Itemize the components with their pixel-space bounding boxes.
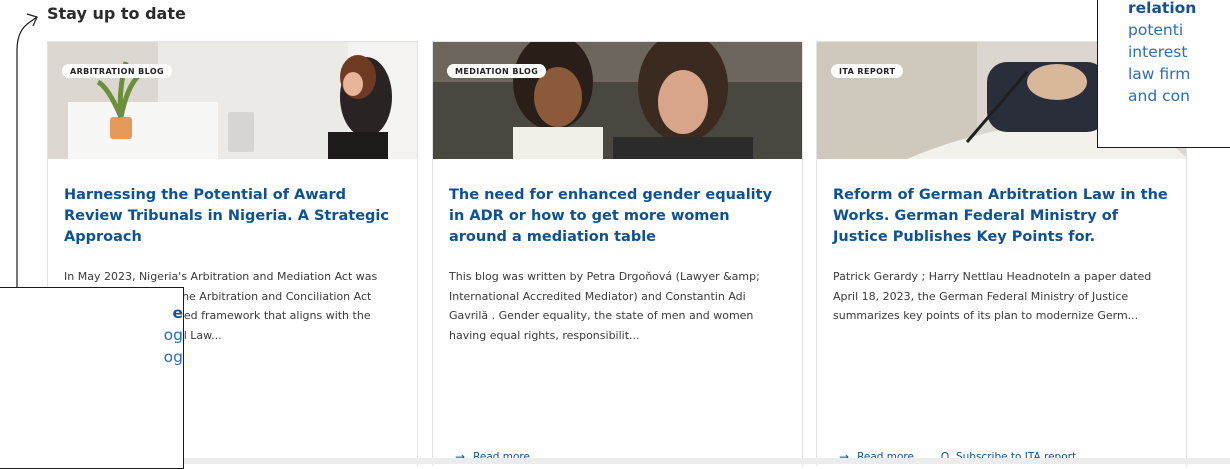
callout-line: and con — [1128, 87, 1190, 105]
article-card[interactable]: MEDIATION BLOG The need for enhanced gen… — [432, 41, 803, 466]
card-image[interactable]: ARBITRATION BLOG — [48, 42, 417, 159]
callout-line: law firm — [1128, 65, 1191, 83]
card-excerpt: This blog was written by Petra Drgoňová … — [449, 270, 760, 342]
category-tag: ARBITRATION BLOG — [62, 64, 173, 78]
annotation-callout-left: e og og — [0, 287, 184, 469]
arbitration-blog-photo — [48, 42, 417, 159]
mediation-blog-photo — [433, 42, 802, 159]
card-title[interactable]: Reform of German Arbitration Law in the … — [833, 185, 1170, 248]
card-image[interactable]: MEDIATION BLOG — [433, 42, 802, 159]
callout-line: interest — [1128, 43, 1188, 61]
callout-line: potenti — [1128, 21, 1184, 39]
annotation-callout-right: relation potenti interest law firm and c… — [1097, 0, 1230, 148]
card-excerpt: Patrick Gerardy ; Harry Nettlau Headnote… — [833, 270, 1152, 322]
card-title[interactable]: The need for enhanced gender equality in… — [449, 185, 786, 248]
callout-line: relation — [1128, 0, 1197, 17]
callout-line: og — [163, 326, 183, 344]
card-title[interactable]: Harnessing the Potential of Award Review… — [64, 185, 401, 248]
section-title: Stay up to date — [47, 4, 186, 23]
bottom-strip — [0, 458, 1230, 464]
callout-line: og — [163, 348, 183, 366]
category-tag: MEDIATION BLOG — [447, 64, 547, 78]
callout-line: e — [172, 304, 183, 322]
category-tag: ITA REPORT — [831, 64, 904, 78]
